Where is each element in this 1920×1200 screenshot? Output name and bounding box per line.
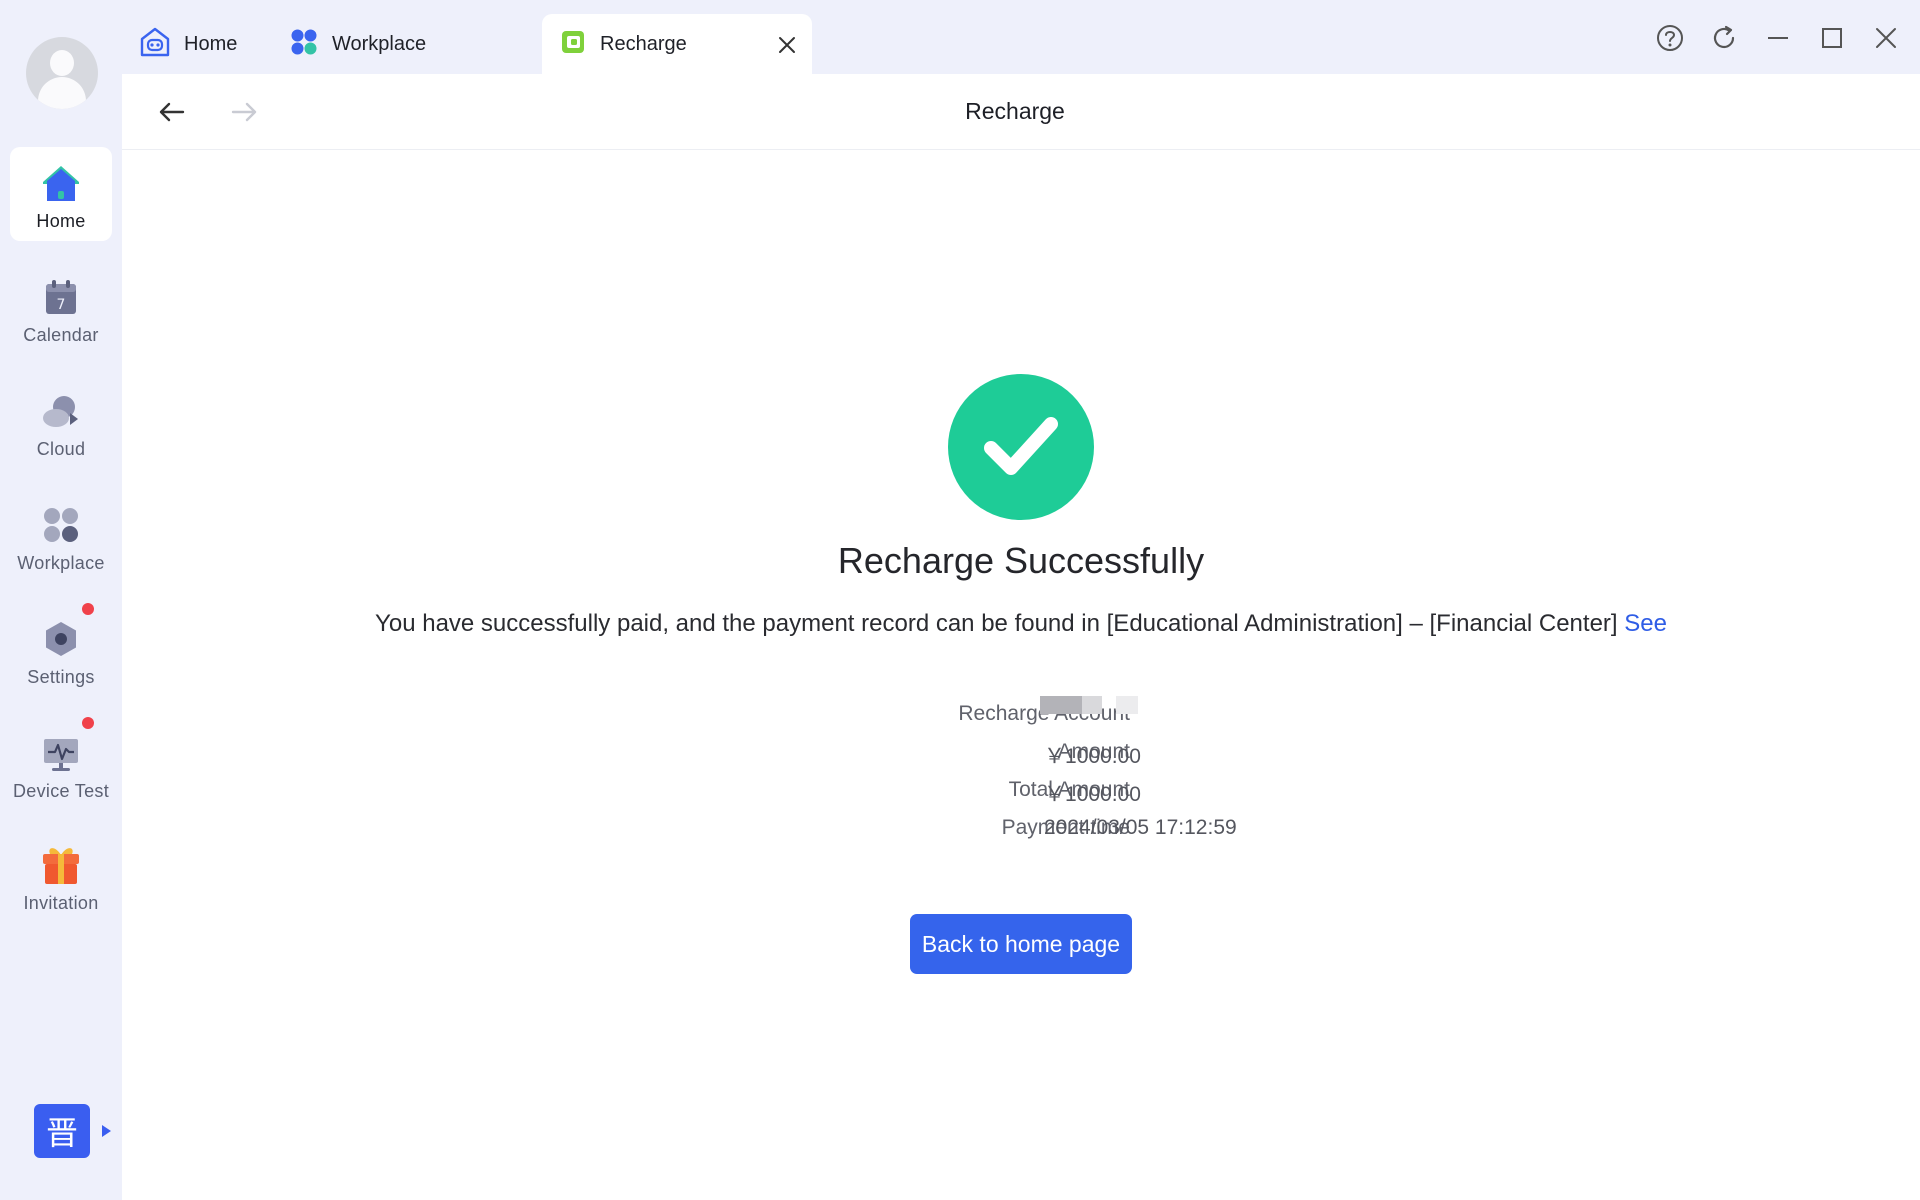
page-title: Recharge (965, 98, 1065, 124)
sidebar-item-invitation[interactable]: Invitation (10, 829, 112, 923)
detail-row-payment-time: Payment time 2024/03/05 17:12:59 (122, 816, 1920, 846)
sidebar-item-home[interactable]: Home (10, 147, 112, 241)
sidebar-item-label: Workplace (17, 553, 105, 573)
tab-recharge[interactable]: Recharge (542, 14, 812, 74)
success-check-icon (948, 374, 1094, 520)
apps-grid-icon (290, 28, 318, 61)
avatar[interactable] (26, 37, 98, 109)
sidebar: Home 7 Calendar Cloud Workplace Settings… (0, 0, 122, 1200)
wallet-icon (560, 29, 586, 60)
apps-grid-icon (39, 503, 83, 547)
close-icon[interactable] (1870, 22, 1902, 54)
detail-row-account: Recharge Account (122, 696, 1920, 732)
tab-bar: Home Workplace Recharge (122, 0, 1920, 74)
sidebar-item-label: Settings (27, 667, 95, 687)
calendar-icon: 7 (39, 275, 83, 319)
brand-app-button[interactable]: 晋 (34, 1104, 90, 1158)
monitor-pulse-icon (39, 731, 83, 775)
gift-icon (39, 843, 83, 887)
tab-label: Home (184, 32, 238, 55)
detail-value: ￥1000.00 (1044, 745, 1141, 768)
minimize-icon[interactable] (1762, 22, 1794, 54)
avatar-head (50, 50, 74, 76)
maximize-icon[interactable] (1816, 22, 1848, 54)
notification-badge (82, 717, 94, 729)
cloud-icon (39, 389, 83, 433)
result-description: You have successfully paid, and the paym… (122, 610, 1920, 638)
page-navbar: Recharge (122, 74, 1920, 150)
result-title: Recharge Successfully (837, 540, 1205, 581)
sidebar-item-cloud[interactable]: Cloud (10, 375, 112, 469)
sidebar-item-label: Calendar (23, 325, 99, 345)
home-robot-icon (140, 27, 170, 62)
sidebar-item-label: Cloud (36, 439, 86, 459)
app-window: Home 7 Calendar Cloud Workplace Settings… (0, 0, 1920, 1200)
detail-value: ￥1000.00 (1044, 783, 1141, 806)
svg-text:7: 7 (57, 297, 66, 313)
tab-workplace[interactable]: Workplace (272, 14, 452, 74)
main-content: Recharge Recharge Successfully You have … (122, 74, 1920, 1200)
sidebar-item-device-test[interactable]: Device Test (10, 717, 112, 811)
expand-arrow-icon[interactable] (102, 1125, 111, 1137)
sidebar-item-calendar[interactable]: 7 Calendar (10, 261, 112, 355)
sidebar-item-label: Invitation (23, 893, 99, 913)
detail-row-total-amount: Total Amount ￥1000.00 (122, 778, 1920, 808)
see-record-link[interactable]: See (1624, 610, 1667, 637)
settings-icon (39, 617, 83, 661)
sidebar-item-workplace[interactable]: Workplace (10, 489, 112, 583)
tab-home[interactable]: Home (122, 14, 272, 74)
detail-row-amount: Amount ￥1000.00 (122, 740, 1920, 770)
sidebar-item-settings[interactable]: Settings (10, 603, 112, 697)
sidebar-item-label: Device Test (12, 781, 109, 801)
back-to-home-button[interactable]: Back to home page (910, 914, 1132, 974)
home-icon (39, 161, 83, 205)
tab-close-icon[interactable] (776, 34, 798, 56)
refresh-icon[interactable] (1708, 22, 1740, 54)
sidebar-item-label: Home (36, 211, 86, 231)
tab-label: Recharge (600, 32, 687, 55)
result-description-text: You have successfully paid, and the paym… (375, 610, 1618, 637)
avatar-body (38, 77, 86, 109)
tab-label: Workplace (332, 32, 427, 55)
help-icon[interactable] (1654, 22, 1686, 54)
brand-glyph: 晋 (45, 1114, 78, 1152)
detail-value: 2024/03/05 17:12:59 (1044, 816, 1237, 839)
notification-badge (82, 603, 94, 615)
